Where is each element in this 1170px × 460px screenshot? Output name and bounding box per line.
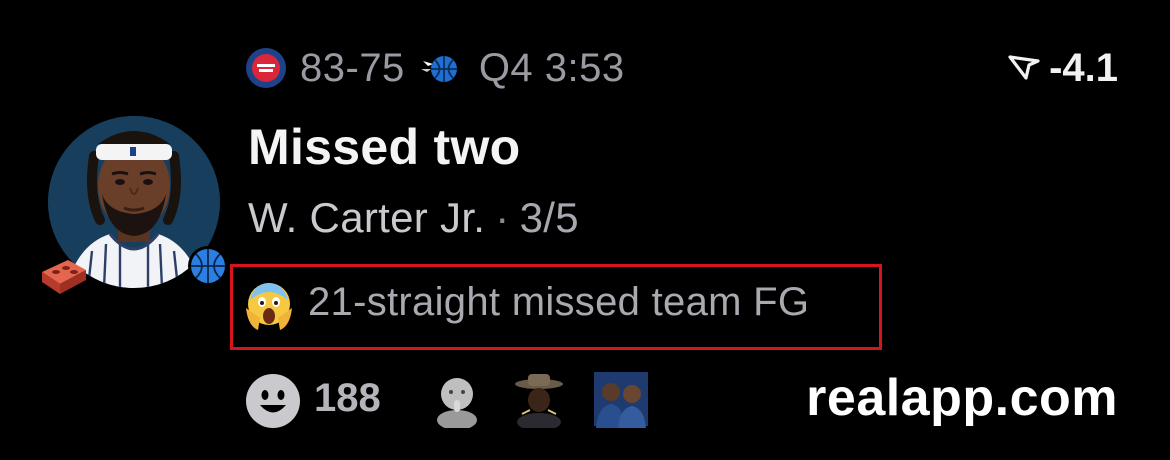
reaction-count[interactable]: 188	[314, 376, 381, 421]
two-men-sticker[interactable]	[592, 370, 650, 428]
play-title: Missed two	[248, 119, 521, 175]
cowboy-hat-sticker[interactable]	[510, 370, 568, 428]
baby-sticker[interactable]	[428, 370, 486, 428]
separator-dot: ·	[495, 194, 510, 241]
note-text: 21-straight missed team FG	[308, 280, 810, 324]
score-row: 83-75 Q4 3:53	[246, 40, 625, 96]
brick-icon	[42, 260, 86, 294]
basketball-icon	[188, 246, 228, 286]
pistons-logo-icon	[246, 48, 286, 88]
betting-arrow-icon	[1008, 55, 1040, 80]
spread-value: -4.1	[1049, 45, 1118, 90]
watermark: realapp.com	[806, 369, 1118, 427]
magic-logo-icon	[419, 47, 461, 89]
smiley-icon[interactable]	[246, 374, 300, 428]
game-score: 83-75	[300, 45, 405, 90]
player-line: W. Carter Jr. · 3/5	[248, 194, 579, 242]
player-name[interactable]: W. Carter Jr.	[248, 194, 485, 241]
player-stat: 3/5	[519, 194, 579, 241]
screaming-face-emoji	[246, 283, 292, 330]
game-clock: Q4 3:53	[478, 45, 625, 90]
spread-indicator: -4.1	[1007, 40, 1118, 96]
